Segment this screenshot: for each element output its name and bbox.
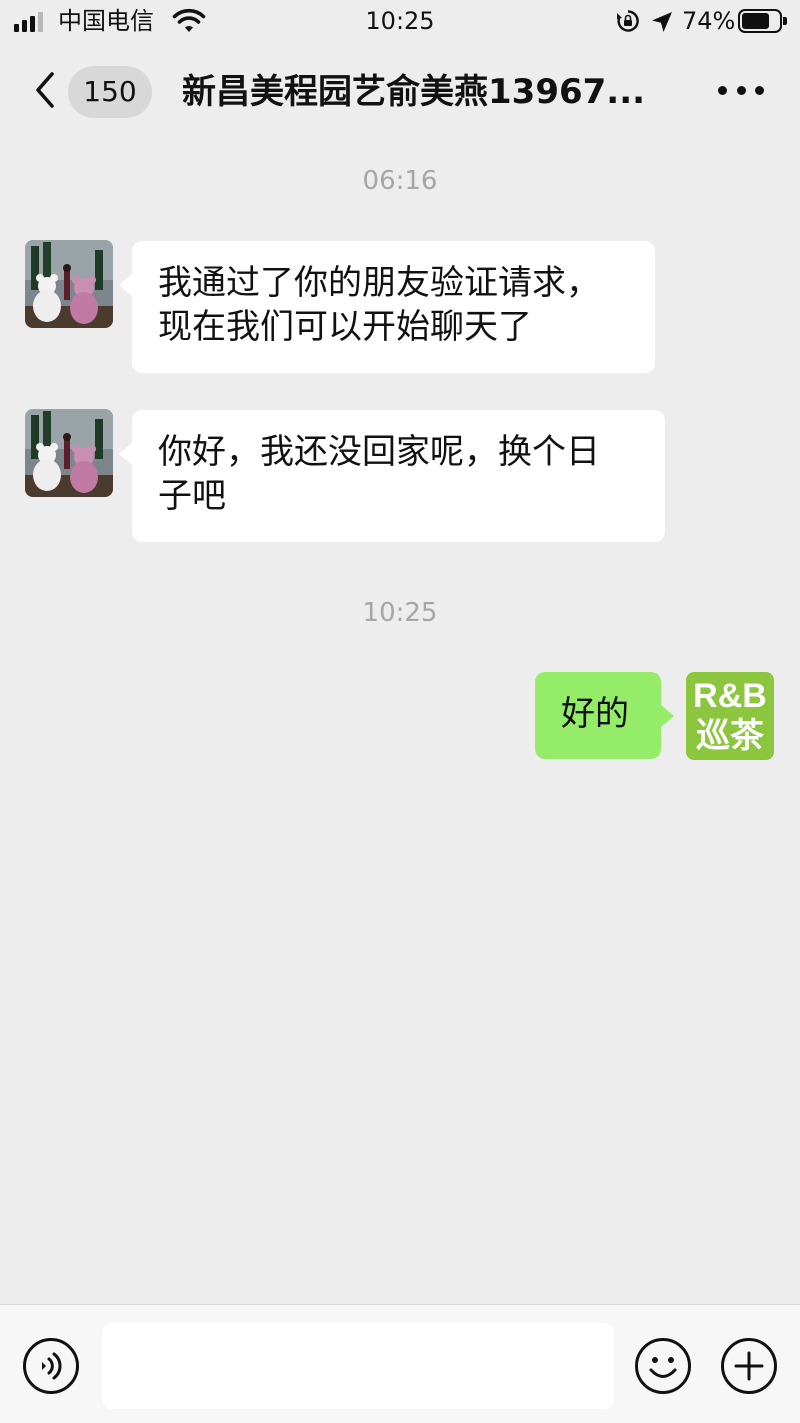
back-chevron-icon[interactable] xyxy=(30,68,60,112)
plus-icon[interactable] xyxy=(720,1337,778,1395)
message-timestamp: 10:25 xyxy=(362,598,438,628)
status-bar: 中国电信 10:25 74% xyxy=(0,0,800,44)
location-arrow-icon xyxy=(652,12,672,32)
rotation-lock-icon xyxy=(617,10,639,32)
chat-title: 新昌美程园艺俞美燕13967... xyxy=(182,72,646,112)
battery-percent: 74% xyxy=(682,7,736,35)
clock: 10:25 xyxy=(365,7,435,35)
unread-count-badge[interactable]: 150 xyxy=(68,66,152,118)
teddy-bear-photo-avatar[interactable] xyxy=(25,240,113,328)
logo-text-bottom: 巡茶 xyxy=(696,717,764,755)
input-bar xyxy=(0,1304,800,1423)
outgoing-message[interactable]: 好的 xyxy=(535,672,674,759)
rb-tea-logo-avatar[interactable]: R&B 巡茶 xyxy=(686,672,774,760)
battery-icon xyxy=(738,9,787,33)
incoming-message[interactable]: 你好，我还没回家呢，换个日 子吧 xyxy=(119,410,665,542)
voice-icon[interactable] xyxy=(22,1337,80,1395)
emoji-icon[interactable] xyxy=(634,1337,692,1395)
teddy-bear-photo-avatar[interactable] xyxy=(25,409,113,497)
message-timestamp: 06:16 xyxy=(362,166,438,196)
chat-header: 150 新昌美程园艺俞美燕13967... xyxy=(0,44,800,140)
logo-text-top: R&B xyxy=(693,677,767,715)
more-dots-icon[interactable] xyxy=(718,70,764,110)
message-input[interactable] xyxy=(102,1323,614,1409)
incoming-message[interactable]: 我通过了你的朋友验证请求， 现在我们可以开始聊天了 xyxy=(119,241,655,373)
